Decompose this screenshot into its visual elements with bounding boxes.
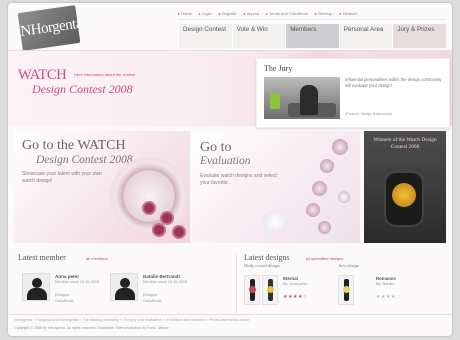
utility-link-imprint[interactable]: Imprint [244, 11, 259, 19]
jury-photo-caption: (Picture: Nadja Swarovski) [345, 111, 393, 116]
winners-tile[interactable]: Winners of the Watch Design Contest 2008 [364, 131, 446, 243]
rating-stars: ★★★★☆ [283, 294, 308, 300]
jury-photo[interactable] [264, 77, 340, 119]
flower-decoration [154, 225, 164, 235]
latest-member-title: Latest member [18, 253, 66, 262]
watch-dial-shape [343, 286, 350, 293]
tile-heading: Go to the WATCH [22, 138, 126, 153]
member-card[interactable]: Natalie Bertrandt Member since 24.10.200… [110, 273, 200, 307]
member-avatar[interactable] [110, 273, 138, 301]
member-avatar[interactable] [22, 273, 50, 301]
footer-copyright: Copyright © 2008 by Inhorgenta. All righ… [14, 326, 169, 330]
gem-decoration [318, 221, 331, 234]
tile-subheading: Evaluation [200, 155, 251, 167]
utility-link-sitemap[interactable]: Sitemap [315, 11, 333, 19]
tab-jury-prizes[interactable]: Jury & Prizes [392, 24, 446, 48]
utility-link-register[interactable]: Register [219, 11, 237, 19]
gem-decoration [320, 159, 334, 173]
jury-description: Influential personalities within the des… [345, 77, 442, 88]
tab-personal-area[interactable]: Personal Area [338, 24, 393, 48]
inhorgenta-logo[interactable]: INHorgenta [15, 5, 83, 51]
member-since: Member since 24.10.2008 [143, 280, 187, 284]
gem-decoration [312, 181, 327, 196]
design-category-label: Daily crowd design [244, 263, 280, 268]
gem-decoration [306, 203, 320, 217]
tab-members[interactable]: Members [285, 24, 339, 48]
all-designs-link[interactable]: all submitted designs [306, 256, 343, 261]
design-name[interactable]: Romance [376, 276, 396, 281]
watch-face [392, 183, 416, 207]
hero-subtitle: Design Contest 2008 [32, 82, 133, 96]
tile-text: Evaluate watch designs and select your f… [200, 173, 277, 186]
member-card[interactable]: Anna peter Member since 24.10.2008 Desig… [22, 273, 112, 307]
tile-heading: Go to [200, 140, 232, 155]
design-thumbnail[interactable] [244, 275, 260, 305]
tile-subheading: Design Contest 2008 [36, 154, 133, 166]
tab-design-contest[interactable]: Design Contest [178, 24, 232, 48]
main-nav: Design Contest Vote & Win Members Person… [178, 24, 446, 48]
jury-title: The Jury [264, 64, 293, 73]
design-contest-tile[interactable]: Go to the WATCH Design Contest 2008 Show… [14, 131, 190, 243]
rating-stars: ★★★★☆ [376, 294, 401, 300]
hero-info-link[interactable]: Here information about the contest [74, 72, 135, 77]
member-guestbook-link[interactable]: Guestbook [143, 299, 161, 305]
gem-decoration [262, 211, 288, 233]
flower-decoration [162, 213, 172, 223]
browser-page: INHorgenta Home Login Register Imprint T… [8, 3, 452, 336]
member-since: Member since 24.10.2008 [55, 280, 99, 284]
flower-decoration [174, 227, 184, 237]
utility-link-login[interactable]: Login [199, 11, 212, 19]
person-shape [300, 85, 318, 115]
watch-dial-image [110, 157, 188, 235]
design-thumbnail[interactable] [262, 275, 278, 305]
watch-dial-shape [249, 286, 256, 293]
utility-link-language[interactable]: Deutsch [340, 11, 358, 19]
gem-decoration [332, 139, 348, 155]
footer-divider [8, 314, 452, 315]
design-author: By: Natalie [376, 282, 395, 286]
design-name[interactable]: Eternal [283, 276, 298, 281]
member-name[interactable]: Anna peter [55, 274, 79, 279]
member-links: Designs Guestbook [55, 293, 73, 304]
tile-text: Showcase your talent with your own watch… [22, 171, 102, 184]
gem-decoration [338, 191, 350, 203]
member-guestbook-link[interactable]: Guestbook [55, 299, 73, 305]
section-divider [236, 253, 237, 313]
winners-text: Winners of the Watch Design Contest 2008 [373, 137, 437, 151]
design-category-label: Jury design [338, 263, 360, 268]
design-thumbnail[interactable] [338, 275, 354, 305]
latest-designs-title: Latest designs [244, 253, 290, 262]
footer-links[interactable]: Inhorgenta » Fairground of Inhorgenta » … [14, 318, 444, 322]
all-members-link[interactable]: all members [86, 256, 108, 261]
utility-nav: Home Login Register Imprint Terms and Co… [178, 11, 446, 20]
watch-dial-shape [267, 286, 274, 293]
utility-link-terms[interactable]: Terms and Conditions [266, 11, 308, 19]
green-chair-shape [270, 93, 280, 109]
member-name[interactable]: Natalie Bertrandt [143, 274, 180, 279]
winner-watch-image [386, 173, 422, 225]
jury-panel[interactable]: The Jury Influential personalities withi… [256, 58, 450, 128]
evaluation-tile[interactable]: Go to Evaluation Evaluate watch designs … [192, 131, 360, 243]
flower-decoration [144, 203, 154, 213]
utility-link-home[interactable]: Home [178, 11, 192, 19]
tab-vote-win[interactable]: Vote & Win [231, 24, 286, 48]
design-author: By: Anna peter [283, 282, 308, 286]
member-links: Designs Guestbook [143, 293, 161, 304]
